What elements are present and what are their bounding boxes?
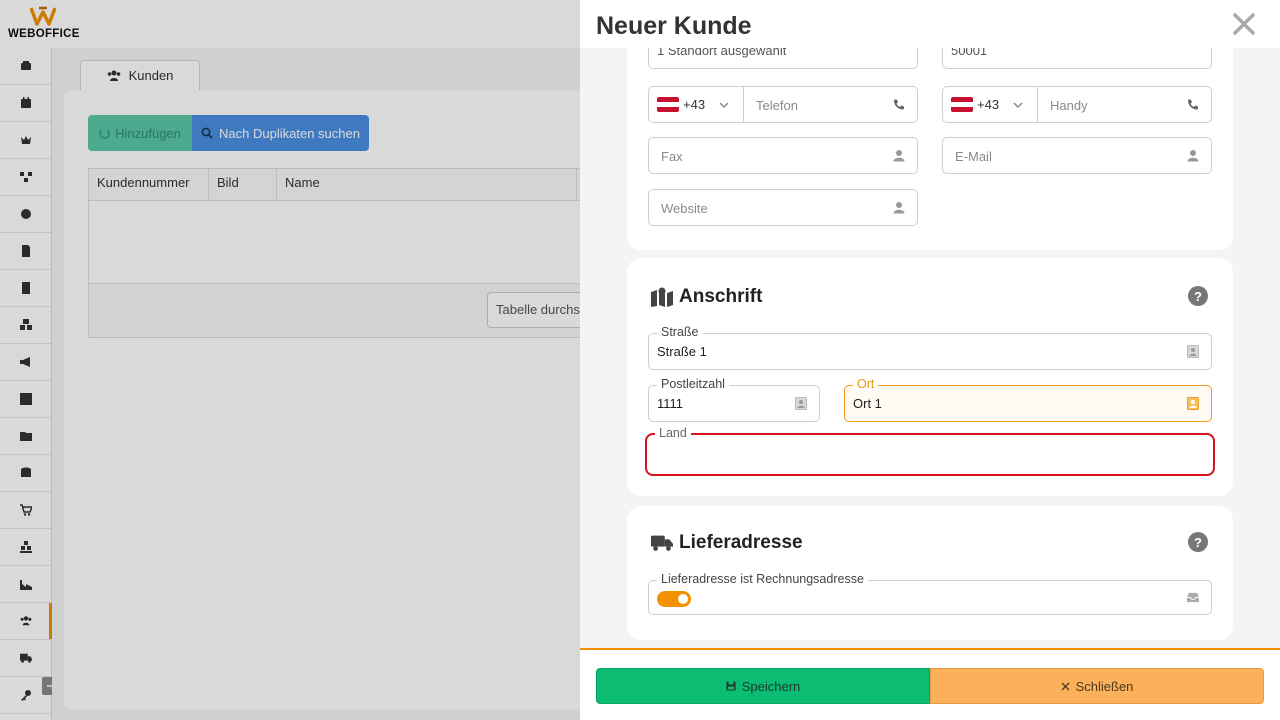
close-icon: [1061, 682, 1070, 690]
contact-card-icon: [1187, 397, 1199, 410]
chevron-down-icon: [1013, 102, 1023, 108]
austria-flag-icon: [951, 97, 973, 112]
austria-flag-icon: [657, 97, 679, 112]
person-icon: [1187, 150, 1199, 162]
phone-field[interactable]: +43 Telefon: [648, 86, 918, 123]
person-icon: [893, 202, 905, 214]
street-label: Straße: [657, 325, 703, 339]
truck-icon: [651, 535, 673, 551]
person-icon: [893, 150, 905, 162]
save-button-label: Speichern: [741, 678, 801, 694]
website-placeholder: Website: [661, 201, 708, 216]
delivery-card: Lieferadresse ? Lieferadresse ist Rechnu…: [627, 506, 1233, 640]
street-value: Straße 1: [657, 344, 707, 359]
fax-field[interactable]: Fax: [648, 137, 918, 174]
country-label: Land: [655, 426, 691, 440]
phone-icon: [894, 99, 904, 110]
new-customer-dialog: Neuer Kunde 1 Standort ausgewählt 50001 …: [580, 0, 1280, 720]
address-title-text: Anschrift: [679, 286, 763, 307]
phone-country-code: +43: [683, 97, 706, 112]
delivery-same-toggle[interactable]: [657, 591, 691, 607]
delivery-same-as-billing-field: Lieferadresse ist Rechnungsadresse: [648, 572, 1212, 615]
dialog-footer: Speichern Schließen: [580, 648, 1280, 720]
email-placeholder: E-Mail: [955, 149, 992, 164]
inbox-tray-icon: [1187, 592, 1199, 603]
map-icon: [651, 287, 673, 307]
mobile-country-select[interactable]: +43: [943, 87, 1038, 122]
close-icon[interactable]: [1230, 10, 1258, 38]
street-field[interactable]: Straße Straße 1: [648, 325, 1212, 370]
dialog-title: Neuer Kunde: [596, 12, 752, 40]
delivery-help-icon[interactable]: ?: [1188, 532, 1208, 552]
mobile-field[interactable]: +43 Handy: [942, 86, 1212, 123]
floppy-disk-icon: [726, 681, 736, 691]
delivery-title: Lieferadresse: [651, 532, 803, 554]
phone-placeholder: Telefon: [756, 98, 798, 113]
contact-card: 1 Standort ausgewählt 50001 +43 Telefon …: [627, 48, 1233, 250]
city-label: Ort: [853, 377, 879, 391]
address-help-icon[interactable]: ?: [1188, 286, 1208, 306]
location-select[interactable]: 1 Standort ausgewählt: [648, 48, 918, 69]
phone-icon: [1188, 99, 1198, 110]
city-value: Ort 1: [853, 396, 882, 411]
address-title: Anschrift: [651, 286, 762, 308]
zip-field[interactable]: Postleitzahl 1111: [648, 377, 820, 422]
country-field[interactable]: Land: [645, 426, 1215, 476]
chevron-down-icon: [719, 102, 729, 108]
contact-card-icon: [795, 397, 807, 410]
zip-label: Postleitzahl: [657, 377, 729, 391]
fax-placeholder: Fax: [661, 149, 683, 164]
website-field[interactable]: Website: [648, 189, 918, 226]
delivery-title-text: Lieferadresse: [679, 532, 803, 553]
dialog-body[interactable]: 1 Standort ausgewählt 50001 +43 Telefon …: [580, 48, 1280, 648]
save-button[interactable]: Speichern: [596, 668, 930, 704]
customer-number-field[interactable]: 50001: [942, 48, 1212, 69]
modal-backdrop[interactable]: [0, 0, 580, 720]
email-field[interactable]: E-Mail: [942, 137, 1212, 174]
close-button[interactable]: Schließen: [930, 668, 1264, 704]
close-button-label: Schließen: [1075, 678, 1134, 694]
mobile-placeholder: Handy: [1050, 98, 1088, 113]
zip-value: 1111: [657, 396, 684, 411]
address-card: Anschrift ? Straße Straße 1 Postleitzahl…: [627, 258, 1233, 496]
location-select-value: 1 Standort ausgewählt: [657, 48, 787, 58]
city-field[interactable]: Ort Ort 1: [844, 377, 1212, 422]
contact-card-icon: [1187, 345, 1199, 358]
phone-country-select[interactable]: +43: [649, 87, 744, 122]
delivery-same-label: Lieferadresse ist Rechnungsadresse: [657, 572, 868, 586]
customer-number-value: 50001: [951, 48, 988, 58]
mobile-country-code: +43: [977, 97, 1000, 112]
